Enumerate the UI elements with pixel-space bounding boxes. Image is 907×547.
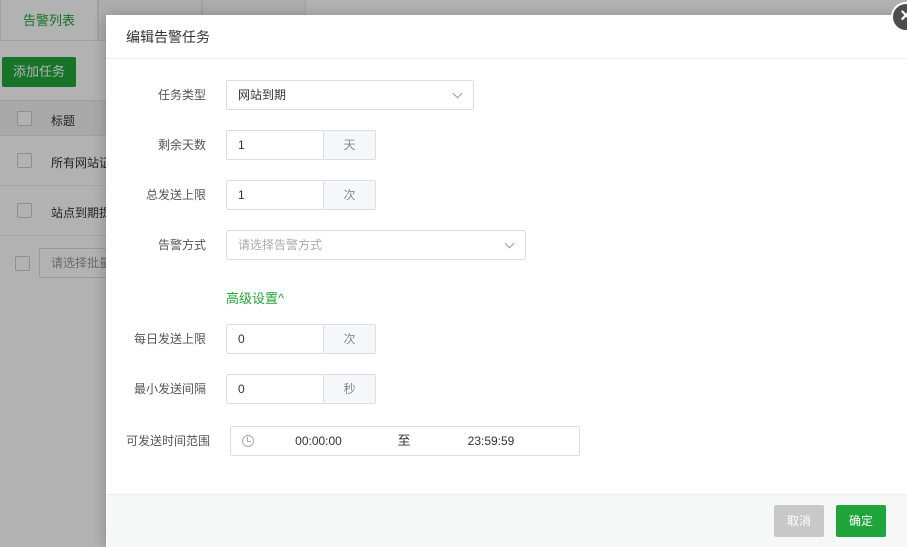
daily-limit-label: 每日发送上限 [133,332,206,346]
time-separator: 至 [397,433,411,448]
dialog-footer: 取消 确定 [106,494,907,547]
daily-limit-input[interactable]: 0 [226,324,324,354]
days-unit: 天 [324,130,376,160]
time-end[interactable]: 23:59:59 [441,427,541,455]
days-left-label: 剩余天数 [157,138,206,152]
cancel-button[interactable]: 取消 [774,505,824,537]
time-range-label: 可发送时间范围 [125,434,210,448]
daily-limit-unit: 次 [324,324,376,354]
min-interval-label: 最小发送间隔 [133,382,206,396]
dialog-title: 编辑告警任务 [106,15,907,59]
time-range-picker[interactable]: 00:00:00 至 23:59:59 [230,426,580,456]
alert-method-label: 告警方式 [157,238,206,252]
min-interval-input[interactable]: 0 [226,374,324,404]
alert-method-placeholder: 请选择告警方式 [238,238,323,252]
alert-method-select[interactable]: 请选择告警方式 [226,230,526,260]
days-left-input[interactable]: 1 [226,130,324,160]
total-limit-input[interactable]: 1 [226,180,324,210]
time-start[interactable]: 00:00:00 [271,427,366,455]
chevron-down-icon [504,238,515,249]
task-type-select[interactable]: 网站到期 [226,80,474,110]
advanced-settings-toggle[interactable]: 高级设置^ [226,288,284,307]
task-type-value: 网站到期 [238,88,287,102]
confirm-button[interactable]: 确定 [836,505,886,537]
edit-alert-dialog: 编辑告警任务 任务类型 网站到期 剩余天数 1 天 总发送上限 1 次 告警方式… [106,15,907,547]
total-limit-label: 总发送上限 [145,188,206,202]
task-type-label: 任务类型 [157,88,206,102]
total-limit-unit: 次 [324,180,376,210]
clock-icon [242,435,254,447]
chevron-down-icon [452,88,463,99]
min-interval-unit: 秒 [324,374,376,404]
